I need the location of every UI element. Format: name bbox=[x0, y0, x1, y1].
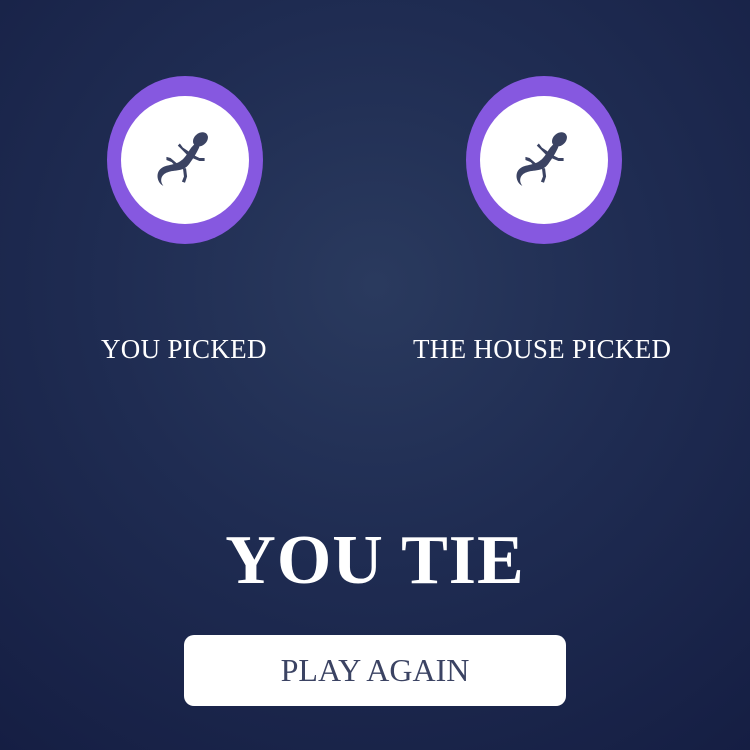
lizard-icon bbox=[516, 132, 567, 186]
player-pick-label: YOU PICKED bbox=[101, 334, 267, 364]
player-choice-inner bbox=[121, 96, 249, 224]
house-choice-token bbox=[466, 76, 622, 244]
result-text: YOU TIE bbox=[225, 522, 525, 599]
player-choice-token bbox=[107, 76, 263, 244]
play-again-button[interactable]: PLAY AGAIN bbox=[184, 635, 566, 706]
lizard-icon bbox=[157, 132, 208, 186]
house-choice-inner bbox=[480, 96, 608, 224]
house-pick-label: THE HOUSE PICKED bbox=[413, 334, 672, 364]
